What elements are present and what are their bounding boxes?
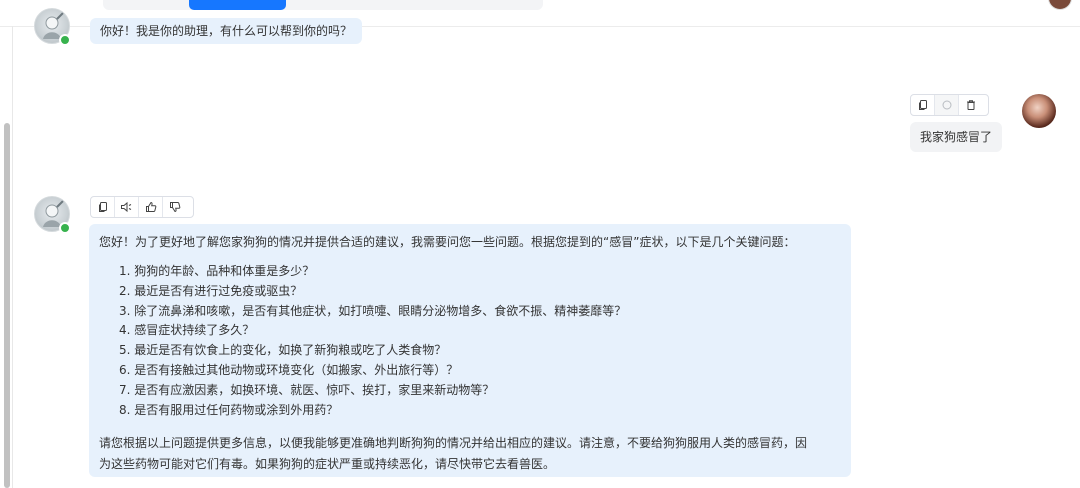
top-tab-group[interactable] — [103, 0, 543, 10]
loading-icon — [942, 100, 951, 110]
question-list: 1. 狗狗的年龄、品种和体重是多少？ 2. 最近是否有进行过免疫或驱虫？ 3. … — [119, 262, 626, 420]
assistant-reply-message: 您好！为了更好地了解您家狗狗的情况并提供合适的建议，我需要问您一些问题。根据您提… — [89, 224, 851, 477]
list-item: 3. 除了流鼻涕和咳嗽，是否有其他症状，如打喷嚏、眼睛分泌物增多、食欲不振、精神… — [119, 303, 627, 318]
user-message-toolbar — [910, 94, 989, 116]
scrollbar[interactable] — [4, 123, 10, 488]
assistant-message-toolbar — [90, 196, 194, 218]
reply-outro-text: 请您根据以上问题提供更多信息，以便我能够更准确地判断狗狗的情况并给出相应的建议。… — [99, 436, 808, 450]
read-aloud-button[interactable] — [115, 197, 139, 217]
thumbs-down-icon — [169, 202, 180, 213]
copy-button[interactable] — [911, 95, 935, 115]
reply-outro-text-continued: 为这些药物可能对它们有毒。如果狗狗的症状严重或持续恶化，请尽快带它去看兽医。 — [99, 457, 556, 471]
delete-button[interactable] — [959, 95, 982, 115]
panel-divider — [12, 26, 13, 488]
user-message: 我家狗感冒了 — [910, 122, 1003, 152]
list-item: 6. 是否有接触过其他动物或环境变化（如搬家、外出旅行等）？ — [119, 362, 459, 377]
list-item: 1. 狗狗的年龄、品种和体重是多少？ — [119, 264, 315, 278]
user-avatar — [1022, 94, 1056, 128]
copy-button[interactable] — [91, 197, 115, 217]
delete-icon — [966, 100, 975, 110]
user-message-text: 我家狗感冒了 — [920, 130, 993, 144]
regenerate-button[interactable] — [935, 95, 959, 115]
copy-icon — [918, 100, 927, 110]
copy-icon — [98, 202, 107, 212]
header-avatar[interactable] — [1048, 0, 1072, 10]
like-button[interactable] — [139, 197, 163, 217]
greeting-text: 你好！我是你的助理，有什么可以帮到你的吗？ — [100, 24, 353, 38]
list-item: 5. 最近是否有饮食上的变化，如换了新狗粮或吃了人类食物？ — [119, 343, 447, 358]
reply-intro-text: 您好！为了更好地了解您家狗狗的情况并提供合适的建议，我需要问您一些问题。根据您提… — [99, 235, 796, 249]
list-item: 7. 是否有应激因素，如换环境、就医、惊吓、挨打，家里来新动物等？ — [119, 382, 495, 397]
active-tab-indicator[interactable] — [189, 0, 286, 10]
speaker-icon — [121, 201, 132, 213]
online-status-dot — [59, 222, 71, 234]
greeting-message: 你好！我是你的助理，有什么可以帮到你的吗？ — [90, 18, 363, 44]
list-item: 2. 最近是否有进行过免疫或驱虫？ — [119, 283, 303, 298]
thumbs-up-icon — [145, 201, 156, 212]
online-status-dot — [59, 34, 71, 46]
list-item: 8. 是否有服用过任何药物或涂到外用药？ — [119, 402, 339, 417]
dislike-button[interactable] — [163, 197, 186, 217]
list-item: 4. 感冒症状持续了多久？ — [119, 323, 255, 338]
